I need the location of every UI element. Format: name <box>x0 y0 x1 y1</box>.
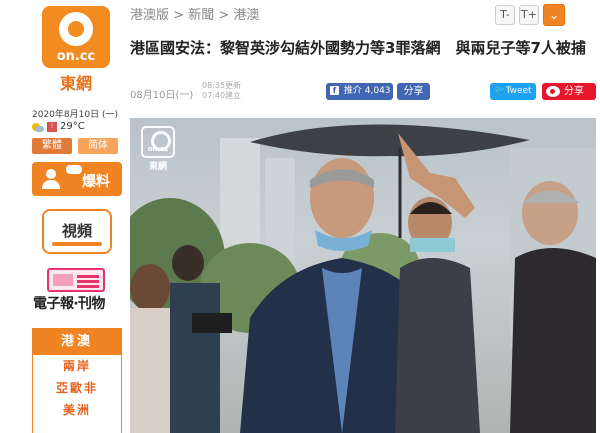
tipoff-button[interactable]: 爆料 <box>32 162 122 196</box>
watermark-name: 東網 <box>148 162 167 172</box>
breadcrumb-separator: > <box>173 8 185 23</box>
breadcrumb-item[interactable]: 新聞 <box>188 8 214 23</box>
script-switcher: 繁體 简体 <box>32 138 118 154</box>
section-nav: 港澳 兩岸 亞歐非 美洲 <box>32 328 122 433</box>
twitter-icon: 🐦 <box>494 86 506 96</box>
partly-cloudy-icon <box>32 122 44 132</box>
current-date: 2020年8月10日 (一) <box>32 110 118 120</box>
watermark-logo-icon <box>141 126 175 158</box>
breadcrumb-item[interactable]: 港澳版 <box>130 8 169 23</box>
font-smaller-button[interactable]: T- <box>495 5 515 25</box>
breadcrumb-item[interactable]: 港澳 <box>233 8 259 23</box>
oncc-logo[interactable]: on.cc <box>42 6 110 68</box>
weibo-share-label: 分享 <box>564 86 584 97</box>
watermark-logo-text: on.cc <box>147 145 169 153</box>
news-photo-illustration <box>130 124 596 433</box>
temperature: 29°C <box>60 121 85 132</box>
breadcrumb-separator: > <box>218 8 230 23</box>
speech-bubble-icon <box>66 165 82 174</box>
weibo-share-button[interactable]: 分享 <box>542 83 596 100</box>
facebook-like-button[interactable]: f 推介 4,043 <box>326 83 393 100</box>
weather-widget[interactable]: ! 29°C <box>32 121 85 132</box>
epaper-button[interactable]: 電子報‧刊物 <box>33 268 123 320</box>
tipoff-label: 爆料 <box>82 174 110 190</box>
newspaper-icon <box>47 268 105 292</box>
logo-ring-icon <box>59 12 93 46</box>
updated-time: 08:35更新 <box>202 81 242 90</box>
video-label: 視頻 <box>61 222 92 240</box>
article-photo[interactable]: on.cc 東網 <box>130 118 596 433</box>
facebook-like-label: 推介 <box>343 86 362 96</box>
weibo-icon <box>546 86 560 97</box>
traditional-chinese-button[interactable]: 繁體 <box>32 138 72 154</box>
tweet-button[interactable]: 🐦Tweet <box>490 83 536 100</box>
breadcrumb: 港澳版 > 新聞 > 港澳 <box>130 4 259 23</box>
video-button[interactable]: 視頻 <box>42 209 112 254</box>
simplified-chinese-button[interactable]: 简体 <box>78 138 118 154</box>
top-bar: 港澳版 > 新聞 > 港澳 T- T+ ⌄ <box>130 0 600 28</box>
font-larger-button[interactable]: T+ <box>519 5 539 25</box>
nav-item-cross-strait[interactable]: 兩岸 <box>33 355 121 377</box>
warning-icon: ! <box>47 121 57 132</box>
tweet-label: Tweet <box>505 86 532 96</box>
logo-text: on.cc <box>56 49 96 64</box>
epaper-label: 電子報‧刊物 <box>33 296 105 312</box>
nav-item-hk-macau[interactable]: 港澳 <box>33 329 121 355</box>
sidebar: on.cc 東網 2020年8月10日 (一) ! 29°C 繁體 简体 爆料 … <box>0 0 122 433</box>
facebook-icon: f <box>330 86 339 95</box>
article-times: 08:35更新 07:40建立 <box>202 81 241 101</box>
nav-item-asia-europe-africa[interactable]: 亞歐非 <box>33 377 121 399</box>
article-headline: 港區國安法：黎智英涉勾結外國勢力等3罪落網 與兩兒子等7人被捕 <box>130 39 586 57</box>
brand-name: 東網 <box>59 74 92 93</box>
published-time: 07:40建立 <box>202 91 242 100</box>
chevron-down-icon[interactable]: ⌄ <box>543 4 565 26</box>
article-date: 08月10日(一) <box>130 90 194 101</box>
facebook-share-button[interactable]: 分享 <box>397 83 430 100</box>
nav-item-americas[interactable]: 美洲 <box>33 399 121 421</box>
facebook-like-count: 4,043 <box>364 86 391 96</box>
photo-watermark: on.cc 東網 <box>138 126 178 172</box>
article-meta: 08月10日(一) 08:35更新 07:40建立 f 推介 4,043 分享 … <box>130 80 600 106</box>
video-bar-icon <box>52 242 102 246</box>
person-icon <box>40 169 62 189</box>
